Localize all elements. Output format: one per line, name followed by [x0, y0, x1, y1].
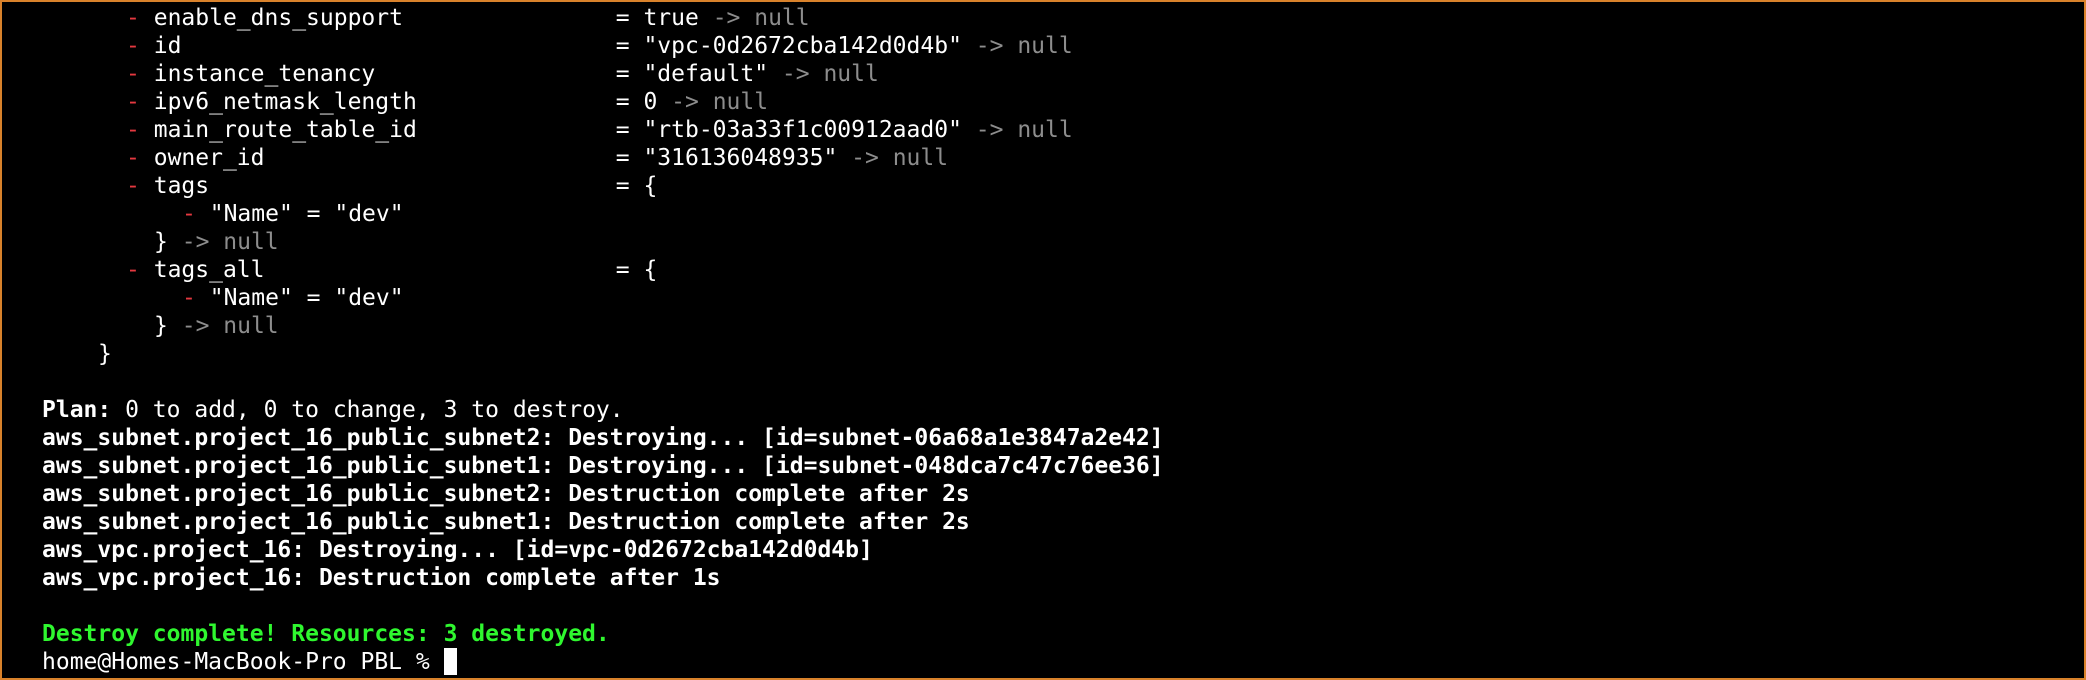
equals-sign: =	[615, 89, 630, 115]
attribute-name: id	[153, 33, 182, 59]
attribute-line: - instance_tenancy = "default" -> null	[42, 60, 1164, 88]
attribute-name: tags	[153, 173, 210, 199]
null-arrow: -> null	[975, 117, 1073, 143]
null-arrow: -> null	[781, 61, 879, 87]
attribute-value: "316136048935"	[643, 145, 838, 171]
equals-sign: =	[615, 117, 630, 143]
remove-marker: -	[182, 285, 196, 311]
attribute-line: - id = "vpc-0d2672cba142d0d4b" -> null	[42, 32, 1164, 60]
close-brace: }	[154, 313, 168, 339]
equals-sign: =	[615, 173, 630, 199]
remove-marker: -	[126, 117, 140, 143]
attribute-name: owner_id	[153, 145, 265, 171]
remove-marker: -	[182, 201, 196, 227]
log-line: aws_subnet.project_16_public_subnet2: De…	[42, 481, 970, 507]
text-cursor[interactable]	[443, 648, 457, 675]
attribute-value: "rtb-03a33f1c00912aad0"	[643, 117, 962, 143]
tag-block-header: - tags_all = {	[42, 256, 1164, 284]
log-line: aws_vpc.project_16: Destruction complete…	[42, 565, 721, 591]
remove-marker: -	[126, 257, 140, 283]
equals-sign: =	[615, 5, 630, 31]
tag-block-close: } -> null	[42, 228, 1164, 256]
log-line: aws_subnet.project_16_public_subnet1: De…	[42, 453, 1164, 479]
plan-label: Plan:	[42, 397, 112, 423]
terminal-window[interactable]: - enable_dns_support = true -> null - id =…	[0, 0, 2086, 680]
equals-sign: =	[615, 145, 630, 171]
terminal-output: - enable_dns_support = true -> null - id =…	[42, 4, 1164, 676]
attribute-value: "vpc-0d2672cba142d0d4b"	[643, 33, 962, 59]
plan-summary: Plan: 0 to add, 0 to change, 3 to destro…	[42, 396, 1164, 424]
null-arrow: -> null	[712, 5, 810, 31]
attribute-name: tags_all	[153, 257, 265, 283]
tag-entry-text: "Name" = "dev"	[209, 285, 404, 311]
null-arrow: -> null	[851, 145, 949, 171]
attribute-name: ipv6_netmask_length	[153, 89, 417, 115]
log-line: aws_vpc.project_16: Destroying... [id=vp…	[42, 537, 873, 563]
null-arrow: -> null	[181, 313, 279, 339]
attribute-value: true	[643, 5, 699, 31]
close-brace: }	[98, 341, 112, 367]
open-brace: {	[643, 257, 658, 283]
remove-marker: -	[126, 145, 140, 171]
equals-sign: =	[615, 61, 630, 87]
null-arrow: -> null	[181, 229, 279, 255]
destroy-result: Destroy complete! Resources: 3 destroyed…	[42, 621, 610, 647]
null-arrow: -> null	[975, 33, 1073, 59]
attribute-name: instance_tenancy	[153, 61, 376, 87]
attribute-line: - owner_id = "316136048935" -> null	[42, 144, 1164, 172]
tag-entry: - "Name" = "dev"	[42, 284, 1164, 312]
null-arrow: -> null	[671, 89, 769, 115]
attribute-name: enable_dns_support	[153, 5, 403, 31]
remove-marker: -	[126, 33, 140, 59]
tag-block-header: - tags = {	[42, 172, 1164, 200]
shell-prompt: home@Homes-MacBook-Pro PBL %	[42, 649, 430, 675]
attribute-line: - enable_dns_support = true -> null	[42, 4, 1164, 32]
close-brace: }	[154, 229, 168, 255]
log-line: aws_subnet.project_16_public_subnet2: De…	[42, 425, 1164, 451]
tag-entry-text: "Name" = "dev"	[209, 201, 404, 227]
equals-sign: =	[615, 257, 630, 283]
remove-marker: -	[126, 173, 140, 199]
tag-block-close: } -> null	[42, 312, 1164, 340]
attribute-line: - ipv6_netmask_length = 0 -> null	[42, 88, 1164, 116]
attribute-line: - main_route_table_id = "rtb-03a33f1c0091…	[42, 116, 1164, 144]
shell-prompt-line[interactable]: home@Homes-MacBook-Pro PBL %	[42, 648, 1164, 676]
remove-marker: -	[126, 89, 140, 115]
tag-entry: - "Name" = "dev"	[42, 200, 1164, 228]
open-brace: {	[643, 173, 658, 199]
attribute-name: main_route_table_id	[153, 117, 417, 143]
plan-text: 0 to add, 0 to change, 3 to destroy.	[125, 397, 624, 423]
equals-sign: =	[615, 33, 630, 59]
log-line: aws_subnet.project_16_public_subnet1: De…	[42, 509, 970, 535]
attribute-value: 0	[643, 89, 658, 115]
resource-close-brace: }	[42, 340, 1164, 368]
remove-marker: -	[126, 5, 140, 31]
remove-marker: -	[126, 61, 140, 87]
attribute-value: "default"	[643, 61, 769, 87]
